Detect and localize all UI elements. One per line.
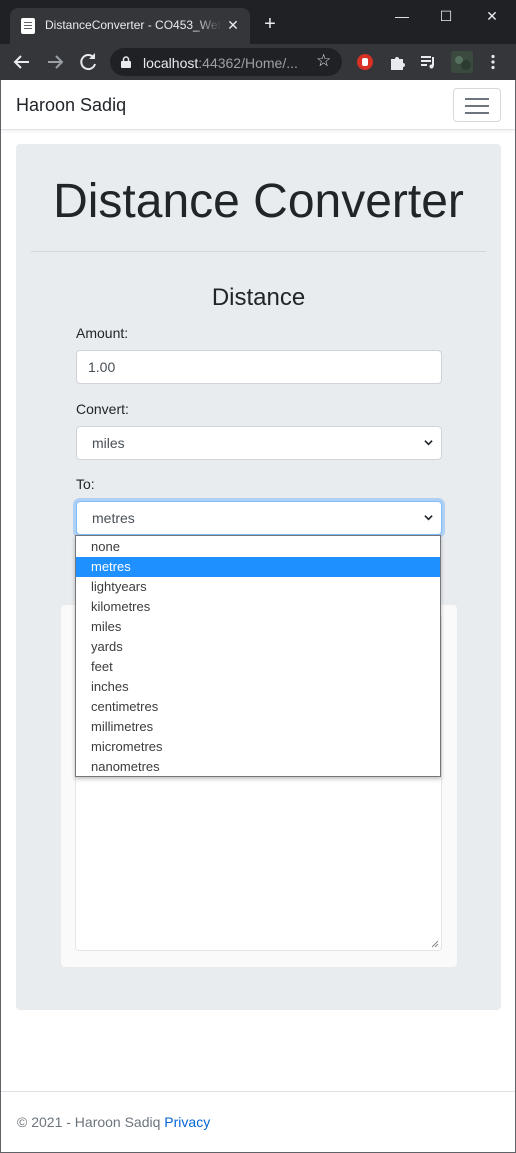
dropdown-option-centimetres[interactable]: centimetres: [76, 697, 440, 717]
section-heading: Distance: [211, 284, 306, 311]
tab-close-icon[interactable]: ✕: [224, 16, 242, 34]
forward-icon[interactable]: [43, 50, 67, 74]
dropdown-option-miles[interactable]: miles: [76, 617, 440, 637]
amount-label: Amount:: [76, 325, 129, 341]
amount-input[interactable]: 1.00: [76, 350, 442, 384]
convert-to-value: metres: [92, 510, 135, 526]
url-text: localhost:44362/Home/...: [143, 55, 298, 71]
address-bar[interactable]: localhost:44362/Home/... ☆: [110, 48, 342, 76]
page-favicon-icon: [21, 18, 35, 34]
dropdown-option-micrometres[interactable]: micrometres: [76, 737, 440, 757]
media-queue-icon[interactable]: [419, 53, 437, 71]
convert-to-dropdown-list[interactable]: none metres lightyears kilometres miles yards…: [75, 535, 441, 777]
navbar-toggler-button[interactable]: [453, 88, 501, 122]
site-navbar: Haroon Sadiq: [1, 80, 515, 130]
privacy-link[interactable]: Privacy: [164, 1114, 210, 1130]
dropdown-option-metres[interactable]: metres: [76, 557, 440, 577]
window-maximize-button[interactable]: ☐: [434, 4, 458, 28]
window-minimize-button[interactable]: —: [390, 4, 414, 28]
profile-avatar-icon[interactable]: [451, 51, 473, 73]
dropdown-option-millimetres[interactable]: millimetres: [76, 717, 440, 737]
browser-tab[interactable]: DistanceConverter - CO453_WebApp ✕: [10, 8, 250, 44]
chevron-down-icon: [424, 440, 433, 446]
reload-icon[interactable]: [76, 50, 100, 74]
convert-from-value: miles: [92, 435, 125, 451]
hamburger-icon: [465, 98, 489, 100]
site-brand[interactable]: Haroon Sadiq: [16, 95, 126, 116]
chevron-down-icon: [424, 515, 433, 521]
back-icon[interactable]: [10, 50, 34, 74]
shield-extension-icon[interactable]: [356, 53, 374, 71]
divider: [31, 251, 486, 252]
convert-label: Convert:: [76, 401, 129, 417]
kebab-menu-icon[interactable]: [484, 53, 502, 71]
star-icon[interactable]: ☆: [316, 51, 331, 71]
dropdown-option-nanometres[interactable]: nanometres: [76, 757, 440, 777]
dropdown-option-none[interactable]: none: [76, 537, 440, 557]
convert-from-select[interactable]: miles: [76, 426, 442, 460]
lock-icon: [121, 56, 131, 68]
new-tab-button[interactable]: +: [260, 14, 280, 34]
browser-toolbar: localhost:44362/Home/... ☆: [0, 44, 516, 80]
dropdown-option-yards[interactable]: yards: [76, 637, 440, 657]
convert-to-select[interactable]: metres: [76, 501, 442, 535]
to-label: To:: [76, 476, 95, 492]
puzzle-extensions-icon[interactable]: [388, 53, 406, 71]
dropdown-option-lightyears[interactable]: lightyears: [76, 577, 440, 597]
site-footer: © 2021 - Haroon Sadiq Privacy: [1, 1091, 515, 1153]
dropdown-option-inches[interactable]: inches: [76, 677, 440, 697]
resize-grip-icon[interactable]: [431, 940, 439, 948]
page-title: Distance Converter: [53, 175, 464, 228]
dropdown-option-feet[interactable]: feet: [76, 657, 440, 677]
browser-tabstrip: DistanceConverter - CO453_WebApp ✕ + — ☐…: [0, 0, 516, 44]
copyright-text: © 2021 - Haroon Sadiq: [17, 1114, 161, 1130]
dropdown-option-kilometres[interactable]: kilometres: [76, 597, 440, 617]
tab-title: DistanceConverter - CO453_WebApp: [45, 18, 221, 32]
window-close-button[interactable]: ✕: [480, 4, 504, 28]
